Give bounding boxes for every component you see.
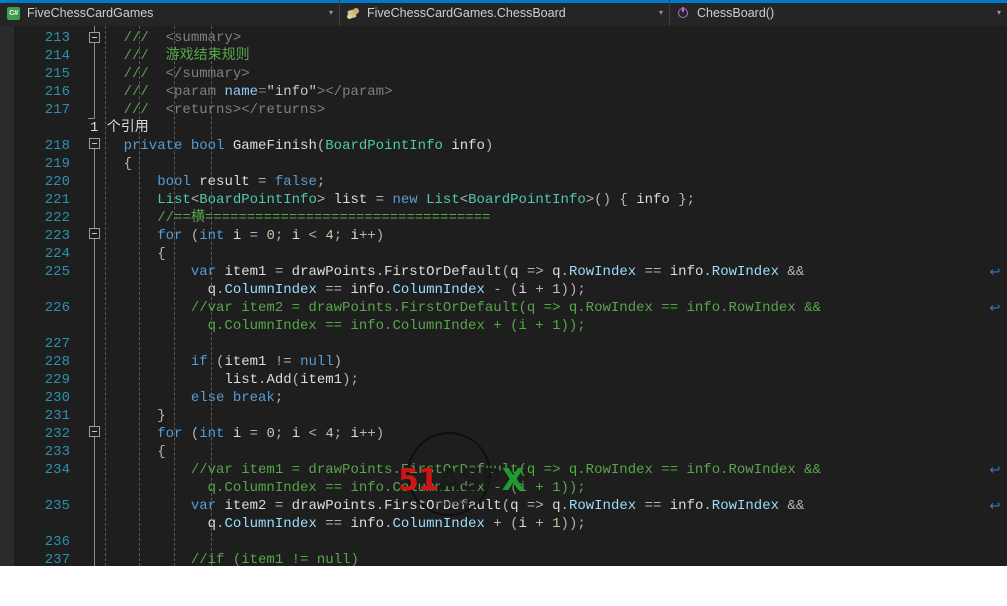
navigation-bar: C# FiveChessCardGames ▾ FiveChessCardGam…	[0, 0, 1007, 26]
line-number: 220	[44, 174, 70, 190]
line-number: 226	[44, 300, 70, 316]
line-number: 217	[44, 102, 70, 118]
code-line[interactable]: //var item1 = drawPoints.FirstOrDefault(…	[90, 461, 821, 479]
code-line[interactable]: /// <param name="info"></param>	[90, 83, 393, 101]
code-line[interactable]: List<BoardPointInfo> list = new List<Boa…	[90, 191, 695, 209]
line-number: 227	[44, 336, 70, 352]
line-number: 218	[44, 138, 70, 154]
method-icon	[676, 6, 691, 21]
word-wrap-indicator-icon: ↩	[989, 264, 1001, 279]
code-text-layer[interactable]: 213 /// <summary> 214 /// 游戏结束规则 215 ///…	[0, 26, 1007, 566]
project-dropdown-label: FiveChessCardGames	[27, 6, 154, 20]
code-line[interactable]: //if (item1 != null)	[90, 551, 359, 566]
code-line[interactable]: var item2 = drawPoints.FirstOrDefault(q …	[90, 497, 804, 515]
code-line[interactable]: for (int i = 0; i < 4; i++)	[90, 227, 384, 245]
code-line-continuation[interactable]: q.ColumnIndex == info.ColumnIndex - (i +…	[90, 479, 586, 497]
line-number: 223	[44, 228, 70, 244]
code-line[interactable]: var item1 = drawPoints.FirstOrDefault(q …	[90, 263, 804, 281]
code-line[interactable]: /// <summary>	[90, 29, 242, 47]
code-line[interactable]: /// </summary>	[90, 65, 250, 83]
member-dropdown-label: ChessBoard()	[697, 6, 775, 20]
chevron-down-icon[interactable]: ▾	[323, 0, 339, 26]
line-number: 224	[44, 246, 70, 262]
line-number: 215	[44, 66, 70, 82]
visual-studio-editor-window: C# FiveChessCardGames ▾ FiveChessCardGam…	[0, 0, 1007, 606]
class-icon	[346, 6, 361, 21]
word-wrap-indicator-icon: ↩	[989, 300, 1001, 315]
line-number: 230	[44, 390, 70, 406]
code-line[interactable]: bool result = false;	[90, 173, 325, 191]
line-number: 216	[44, 84, 70, 100]
line-number: 213	[44, 30, 70, 46]
project-dropdown[interactable]: C# FiveChessCardGames ▾	[0, 0, 340, 26]
code-editor[interactable]: 213 /// <summary> 214 /// 游戏结束规则 215 ///…	[0, 26, 1007, 566]
code-line-continuation[interactable]: q.ColumnIndex == info.ColumnIndex - (i +…	[90, 281, 586, 299]
line-number: 231	[44, 408, 70, 424]
code-line[interactable]: /// 游戏结束规则	[90, 47, 250, 65]
code-line[interactable]: //var item2 = drawPoints.FirstOrDefault(…	[90, 299, 821, 317]
code-line[interactable]: list.Add(item1);	[90, 371, 358, 389]
code-line[interactable]: {	[90, 245, 165, 263]
line-number: 236	[44, 534, 70, 550]
code-line[interactable]: {	[90, 155, 132, 173]
line-number: 222	[44, 210, 70, 226]
class-dropdown[interactable]: FiveChessCardGames.ChessBoard ▾	[340, 0, 670, 26]
code-lens-reference-hint[interactable]: 1 个引用	[90, 119, 149, 137]
code-line-continuation[interactable]: q.ColumnIndex == info.ColumnIndex + (i +…	[90, 515, 586, 533]
code-line-continuation[interactable]: q.ColumnIndex == info.ColumnIndex + (i +…	[90, 317, 586, 335]
line-number: 219	[44, 156, 70, 172]
code-line[interactable]: //==横==================================	[90, 209, 490, 227]
code-line[interactable]: }	[90, 407, 165, 425]
csharp-project-icon: C#	[6, 6, 21, 21]
chevron-down-icon[interactable]: ▾	[991, 0, 1007, 26]
line-number: 232	[44, 426, 70, 442]
code-line[interactable]: /// <returns></returns>	[90, 101, 326, 119]
line-number: 235	[44, 498, 70, 514]
code-line[interactable]: if (item1 != null)	[90, 353, 342, 371]
word-wrap-indicator-icon: ↩	[989, 462, 1001, 477]
class-dropdown-label: FiveChessCardGames.ChessBoard	[367, 6, 566, 20]
code-line[interactable]: private bool GameFinish(BoardPointInfo i…	[90, 137, 494, 155]
blank-area-below-editor	[0, 566, 1007, 606]
line-number: 229	[44, 372, 70, 388]
line-number: 214	[44, 48, 70, 64]
line-number: 234	[44, 462, 70, 478]
line-number: 221	[44, 192, 70, 208]
line-number: 225	[44, 264, 70, 280]
chevron-down-icon[interactable]: ▾	[653, 0, 669, 26]
line-number: 237	[44, 552, 70, 566]
member-dropdown[interactable]: ChessBoard() ▾	[670, 0, 1007, 26]
code-line[interactable]: for (int i = 0; i < 4; i++)	[90, 425, 384, 443]
line-number: 228	[44, 354, 70, 370]
line-number: 233	[44, 444, 70, 460]
code-line[interactable]: {	[90, 443, 165, 461]
word-wrap-indicator-icon: ↩	[989, 498, 1001, 513]
code-line[interactable]: else break;	[90, 389, 283, 407]
